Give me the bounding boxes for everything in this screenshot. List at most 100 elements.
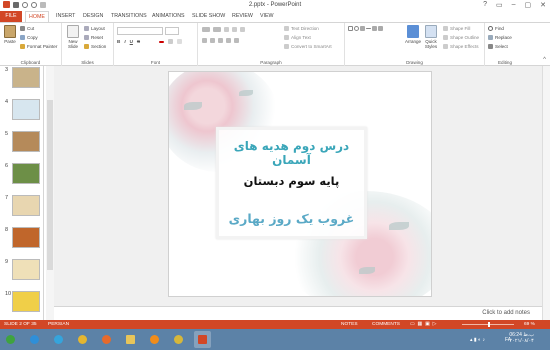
thumbnail-image: [12, 67, 40, 88]
oval-shape-icon[interactable]: [354, 26, 359, 31]
align-text-button[interactable]: Align Text: [284, 35, 311, 40]
zoom-level[interactable]: 69 %: [524, 322, 535, 327]
paste-icon: [4, 25, 16, 38]
start-button[interactable]: [2, 331, 19, 348]
font-color-icon[interactable]: [159, 40, 164, 43]
decrease-indent-icon[interactable]: [224, 27, 229, 32]
new-slide-button[interactable]: New Slide: [65, 25, 81, 49]
scrollbar-thumb[interactable]: [47, 100, 53, 270]
tab-insert[interactable]: INSERT: [53, 12, 78, 21]
arrange-button[interactable]: Arrange: [403, 25, 423, 44]
reset-button[interactable]: Reset: [84, 35, 103, 40]
shape-fill-button[interactable]: Shape Fill: [443, 26, 470, 31]
text-direction-icon: [284, 26, 289, 31]
copy-button[interactable]: Copy: [20, 35, 38, 40]
section-button[interactable]: Section: [84, 44, 106, 49]
view-buttons[interactable]: ▭▦▣▷: [410, 322, 439, 327]
taskbar-firefox[interactable]: [98, 331, 115, 348]
clipboard-group: Paste Cut Copy Format Painter Clipboard: [0, 23, 62, 66]
arrow-shape-icon[interactable]: [372, 26, 377, 31]
strikethrough-icon[interactable]: S: [137, 39, 140, 44]
shape-outline-label: Shape Outline: [450, 35, 480, 40]
increase-indent-icon[interactable]: [232, 27, 237, 32]
cut-button[interactable]: Cut: [20, 26, 34, 31]
replace-label: Replace: [495, 35, 512, 40]
columns-icon[interactable]: [234, 38, 239, 43]
zoom-slider-knob[interactable]: [488, 322, 490, 327]
taskbar-chrome[interactable]: [74, 331, 91, 348]
tab-review[interactable]: REVIEW: [229, 12, 256, 21]
status-bar: SLIDE 2 OF 35 PERSIAN NOTES COMMENTS ▭▦▣…: [0, 320, 550, 329]
leaf-decoration: [359, 267, 375, 274]
tab-transitions[interactable]: TRANSITIONS: [108, 12, 150, 21]
slide-scrollbar[interactable]: [542, 66, 550, 320]
notes-pane[interactable]: Click to add notes: [54, 306, 542, 320]
windows-taskbar: ▴ ▮ ◐ ♪ FA 06:24 ب.ظ ۲۰۲۱/۰۸/۰۴: [0, 329, 550, 350]
help-icon[interactable]: ?: [483, 1, 487, 9]
italic-icon[interactable]: I: [124, 39, 125, 44]
close-icon[interactable]: ✕: [540, 1, 546, 9]
comments-toggle[interactable]: COMMENTS: [372, 322, 400, 327]
tab-view[interactable]: VIEW: [257, 12, 277, 21]
highlight-icon[interactable]: [168, 39, 173, 44]
font-name-box[interactable]: [117, 27, 163, 35]
shapes-gallery[interactable]: [348, 26, 398, 52]
tab-home[interactable]: HOME: [25, 11, 49, 22]
taskbar-telegram[interactable]: [50, 331, 67, 348]
select-button[interactable]: Select: [488, 44, 508, 49]
triangle-shape-icon[interactable]: [360, 26, 365, 31]
collapse-ribbon-icon[interactable]: ^: [543, 57, 546, 63]
convert-smartart-button[interactable]: Convert to SmartArt: [284, 44, 332, 49]
ribbon-display-icon[interactable]: ▭: [496, 1, 503, 9]
paste-button[interactable]: Paste: [3, 25, 17, 44]
effects-icon: [443, 44, 448, 49]
shape-outline-button[interactable]: Shape Outline: [443, 35, 479, 40]
windows-logo-icon: [6, 335, 15, 344]
align-left-icon[interactable]: [202, 38, 207, 43]
title-text-frame[interactable]: درس دوم هدیه های آسمان پایه سوم دبستان غ…: [216, 127, 367, 239]
numbering-icon[interactable]: [213, 27, 221, 32]
thumbnails-scrollbar[interactable]: [46, 66, 54, 320]
align-center-icon[interactable]: [210, 38, 215, 43]
taskbar-internet-explorer[interactable]: [26, 331, 43, 348]
shape-effects-button[interactable]: Shape Effects: [443, 44, 479, 49]
tab-slide-show[interactable]: SLIDE SHOW: [189, 12, 228, 21]
clear-formatting-icon[interactable]: [177, 39, 182, 44]
layout-button[interactable]: Layout: [84, 26, 105, 31]
underline-icon[interactable]: U: [130, 39, 133, 44]
bold-icon[interactable]: B: [117, 39, 120, 44]
system-tray-icons[interactable]: ▴ ▮ ◐ ♪: [470, 337, 485, 343]
line-spacing-icon[interactable]: [240, 27, 245, 32]
line-shape-icon[interactable]: [366, 28, 371, 29]
minimize-icon[interactable]: –: [512, 1, 516, 9]
text-direction-button[interactable]: Text Direction: [284, 26, 319, 31]
telegram-icon: [54, 335, 63, 344]
tab-animations[interactable]: ANIMATIONS: [149, 12, 188, 21]
taskbar-clock[interactable]: 06:24 ب.ظ ۲۰۲۱/۰۸/۰۴: [509, 332, 534, 344]
slide-editor: درس دوم هدیه های آسمان پایه سوم دبستان غ…: [54, 66, 542, 306]
slides-group: New Slide Layout Reset Section Slides: [62, 23, 114, 66]
taskbar-app[interactable]: [170, 331, 187, 348]
rectangle-shape-icon[interactable]: [348, 26, 353, 31]
find-button[interactable]: Find: [488, 26, 504, 31]
align-right-icon[interactable]: [218, 38, 223, 43]
quick-styles-button[interactable]: Quick Styles: [423, 25, 439, 49]
replace-button[interactable]: Replace: [488, 35, 512, 40]
justify-icon[interactable]: [226, 38, 231, 43]
maximize-icon[interactable]: ▢: [525, 1, 532, 9]
tab-file[interactable]: FILE: [0, 11, 22, 22]
taskbar-media-player[interactable]: [146, 331, 163, 348]
thumbnail-number: 5: [5, 131, 9, 137]
taskbar-file-explorer[interactable]: [122, 331, 139, 348]
media-player-icon: [150, 335, 159, 344]
taskbar-powerpoint[interactable]: [194, 331, 211, 348]
new-slide-label: New Slide: [67, 39, 78, 49]
current-slide[interactable]: درس دوم هدیه های آسمان پایه سوم دبستان غ…: [169, 72, 431, 296]
bullets-icon[interactable]: [202, 27, 210, 32]
notes-toggle[interactable]: NOTES: [341, 322, 358, 327]
language-indicator[interactable]: PERSIAN: [48, 322, 69, 327]
star-shape-icon[interactable]: [378, 26, 383, 31]
tab-design[interactable]: DESIGN: [80, 12, 106, 21]
font-size-box[interactable]: [165, 27, 179, 35]
format-painter-button[interactable]: Format Painter: [20, 44, 57, 49]
